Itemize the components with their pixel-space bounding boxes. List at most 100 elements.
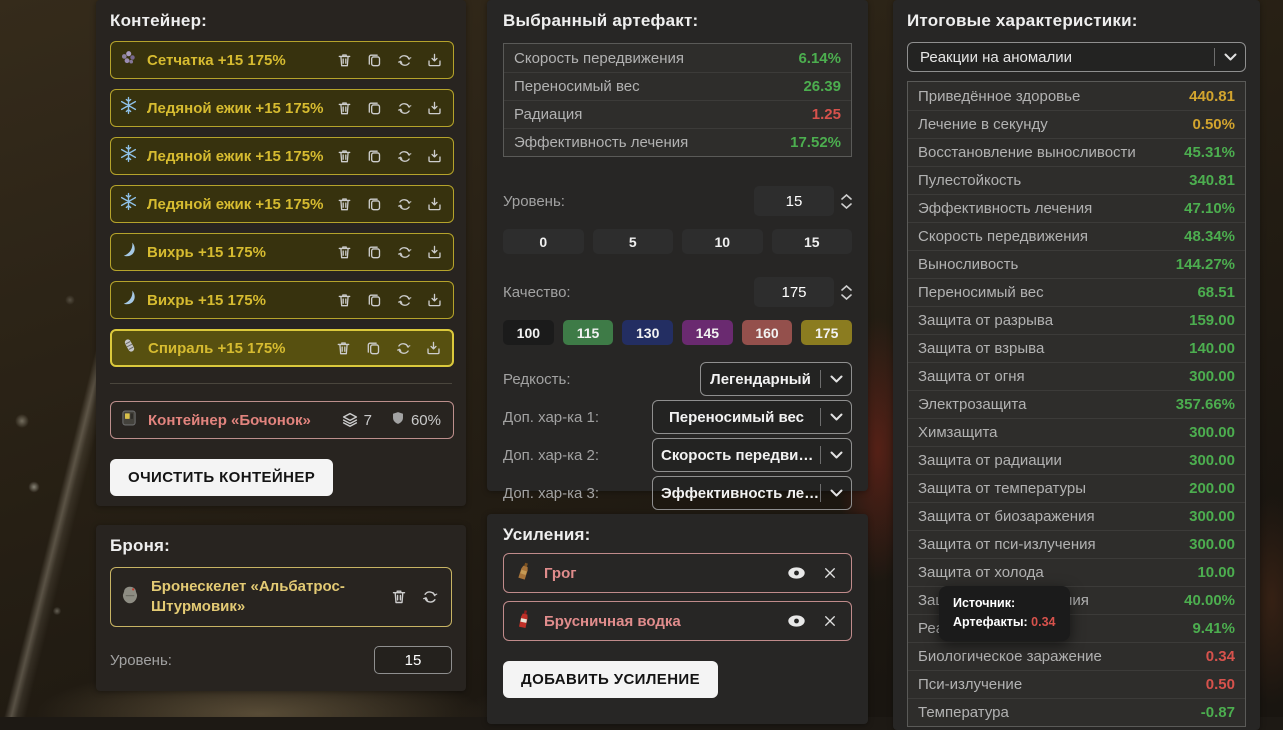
save-artifact-button[interactable]: [426, 100, 443, 117]
quality-option-button[interactable]: 130: [622, 320, 673, 345]
level-option-button[interactable]: 10: [682, 229, 763, 254]
reroll-artifact-button[interactable]: [396, 100, 413, 117]
quality-option-button[interactable]: 100: [503, 320, 554, 345]
armor-level-input[interactable]: 15: [374, 646, 452, 674]
quality-option-button[interactable]: 160: [742, 320, 793, 345]
total-stat-row[interactable]: Температура-0.87: [908, 698, 1245, 726]
level-input[interactable]: 15: [754, 186, 834, 216]
duplicate-artifact-button[interactable]: [366, 292, 383, 309]
vodka-bottle-icon: [514, 609, 534, 634]
level-option-button[interactable]: 5: [593, 229, 674, 254]
total-stat-row[interactable]: Пулестойкость340.81: [908, 166, 1245, 194]
artifact-item[interactable]: Ледяной ежик +15 175%: [110, 137, 454, 175]
total-stat-row[interactable]: Защита от биозаражения300.00: [908, 502, 1245, 530]
total-stat-row[interactable]: Лечение в секунду0.50%: [908, 110, 1245, 138]
total-stat-row[interactable]: Восстановление выносливости45.31%: [908, 138, 1245, 166]
delete-artifact-button[interactable]: [335, 340, 352, 357]
armor-delete-button[interactable]: [390, 588, 408, 606]
chevron-down-icon: [821, 489, 851, 497]
spinner-up-icon[interactable]: [841, 285, 852, 291]
reroll-artifact-button[interactable]: [395, 340, 412, 357]
total-stat-row[interactable]: Защита от огня300.00: [908, 362, 1245, 390]
duplicate-artifact-button[interactable]: [366, 52, 383, 69]
reroll-artifact-button[interactable]: [396, 292, 413, 309]
save-artifact-button[interactable]: [425, 340, 442, 357]
spinner-up-icon[interactable]: [841, 194, 852, 200]
rarity-select[interactable]: Легендарный: [700, 362, 852, 396]
save-artifact-button[interactable]: [426, 52, 443, 69]
boost-remove-button[interactable]: [823, 614, 837, 628]
total-stat-row[interactable]: Защита от взрыва140.00: [908, 334, 1245, 362]
total-stat-row[interactable]: Защита от разрыва159.00: [908, 306, 1245, 334]
save-artifact-button[interactable]: [426, 196, 443, 213]
boost-item[interactable]: Брусничная водка: [503, 601, 852, 641]
level-option-button[interactable]: 15: [772, 229, 853, 254]
total-stat-row[interactable]: Электрозащита357.66%: [908, 390, 1245, 418]
armor-panel: Броня: Бронескелет «Альбатрос-Штурмовик»…: [96, 525, 466, 691]
reroll-artifact-button[interactable]: [396, 52, 413, 69]
total-stat-row[interactable]: Защита от температуры200.00: [908, 474, 1245, 502]
artifact-item[interactable]: Вихрь +15 175%: [110, 233, 454, 271]
snowflake-artifact-icon: [119, 192, 138, 216]
spiral-artifact-icon: [120, 336, 139, 360]
artifact-item[interactable]: Вихрь +15 175%: [110, 281, 454, 319]
total-stat-row[interactable]: Биологическое заражение0.34: [908, 642, 1245, 670]
delete-artifact-button[interactable]: [336, 292, 353, 309]
save-artifact-button[interactable]: [426, 148, 443, 165]
duplicate-artifact-button[interactable]: [366, 196, 383, 213]
level-label: Уровень:: [503, 193, 565, 210]
boost-visibility-button[interactable]: [787, 566, 806, 580]
duplicate-artifact-button[interactable]: [366, 148, 383, 165]
spinner-down-icon[interactable]: [841, 294, 852, 300]
extra-stat-2-select[interactable]: Скорость передви…: [652, 438, 852, 472]
whirl-artifact-icon: [119, 240, 138, 264]
total-stat-row[interactable]: Выносливость144.27%: [908, 250, 1245, 278]
extra-stat-1-label: Доп. хар-ка 1:: [503, 409, 599, 426]
quality-option-button[interactable]: 115: [563, 320, 614, 345]
save-artifact-button[interactable]: [426, 244, 443, 261]
total-stat-row[interactable]: Защита от пси-излучения300.00: [908, 530, 1245, 558]
artifact-item[interactable]: Ледяной ежик +15 175%: [110, 89, 454, 127]
armor-reroll-button[interactable]: [421, 588, 439, 606]
delete-artifact-button[interactable]: [336, 244, 353, 261]
container-item[interactable]: Контейнер «Бочонок» 7 60%: [110, 401, 454, 439]
artifact-item[interactable]: Сетчатка +15 175%: [110, 41, 454, 79]
reroll-artifact-button[interactable]: [396, 148, 413, 165]
total-stat-row[interactable]: Приведённое здоровье440.81: [908, 82, 1245, 110]
chevron-down-icon: [821, 413, 851, 421]
quality-option-button[interactable]: 145: [682, 320, 733, 345]
delete-artifact-button[interactable]: [336, 148, 353, 165]
total-stat-row[interactable]: Пси-излучение0.50: [908, 670, 1245, 698]
extra-stat-3-select[interactable]: Эффективность ле…: [652, 476, 852, 510]
total-stat-row[interactable]: Переносимый вес68.51: [908, 278, 1245, 306]
delete-artifact-button[interactable]: [336, 52, 353, 69]
clear-container-button[interactable]: ОЧИСТИТЬ КОНТЕЙНЕР: [110, 459, 333, 496]
total-stat-row[interactable]: Химзащита300.00: [908, 418, 1245, 446]
delete-artifact-button[interactable]: [336, 196, 353, 213]
total-stat-row[interactable]: Скорость передвижения48.34%: [908, 222, 1245, 250]
total-stat-row[interactable]: Защита от холода10.00: [908, 558, 1245, 586]
category-select[interactable]: Реакции на аномалии: [907, 42, 1246, 72]
quality-option-button[interactable]: 175: [801, 320, 852, 345]
level-option-button[interactable]: 0: [503, 229, 584, 254]
tooltip-artifacts-value: 0.34: [1031, 615, 1055, 629]
artifact-item[interactable]: Ледяной ежик +15 175%: [110, 185, 454, 223]
duplicate-artifact-button[interactable]: [366, 100, 383, 117]
delete-artifact-button[interactable]: [336, 100, 353, 117]
boost-visibility-button[interactable]: [787, 614, 806, 628]
total-stat-row[interactable]: Эффективность лечения47.10%: [908, 194, 1245, 222]
boost-item[interactable]: Грог: [503, 553, 852, 593]
artifact-item-selected[interactable]: Спираль +15 175%: [110, 329, 454, 367]
reroll-artifact-button[interactable]: [396, 196, 413, 213]
total-stat-row[interactable]: Защита от радиации300.00: [908, 446, 1245, 474]
armor-item[interactable]: Бронескелет «Альбатрос-Штурмовик»: [110, 567, 452, 627]
duplicate-artifact-button[interactable]: [365, 340, 382, 357]
reroll-artifact-button[interactable]: [396, 244, 413, 261]
extra-stat-1-select[interactable]: Переносимый вес: [652, 400, 852, 434]
quality-input[interactable]: 175: [754, 277, 834, 307]
boost-remove-button[interactable]: [823, 566, 837, 580]
duplicate-artifact-button[interactable]: [366, 244, 383, 261]
save-artifact-button[interactable]: [426, 292, 443, 309]
add-boost-button[interactable]: ДОБАВИТЬ УСИЛЕНИЕ: [503, 661, 718, 698]
spinner-down-icon[interactable]: [841, 203, 852, 209]
